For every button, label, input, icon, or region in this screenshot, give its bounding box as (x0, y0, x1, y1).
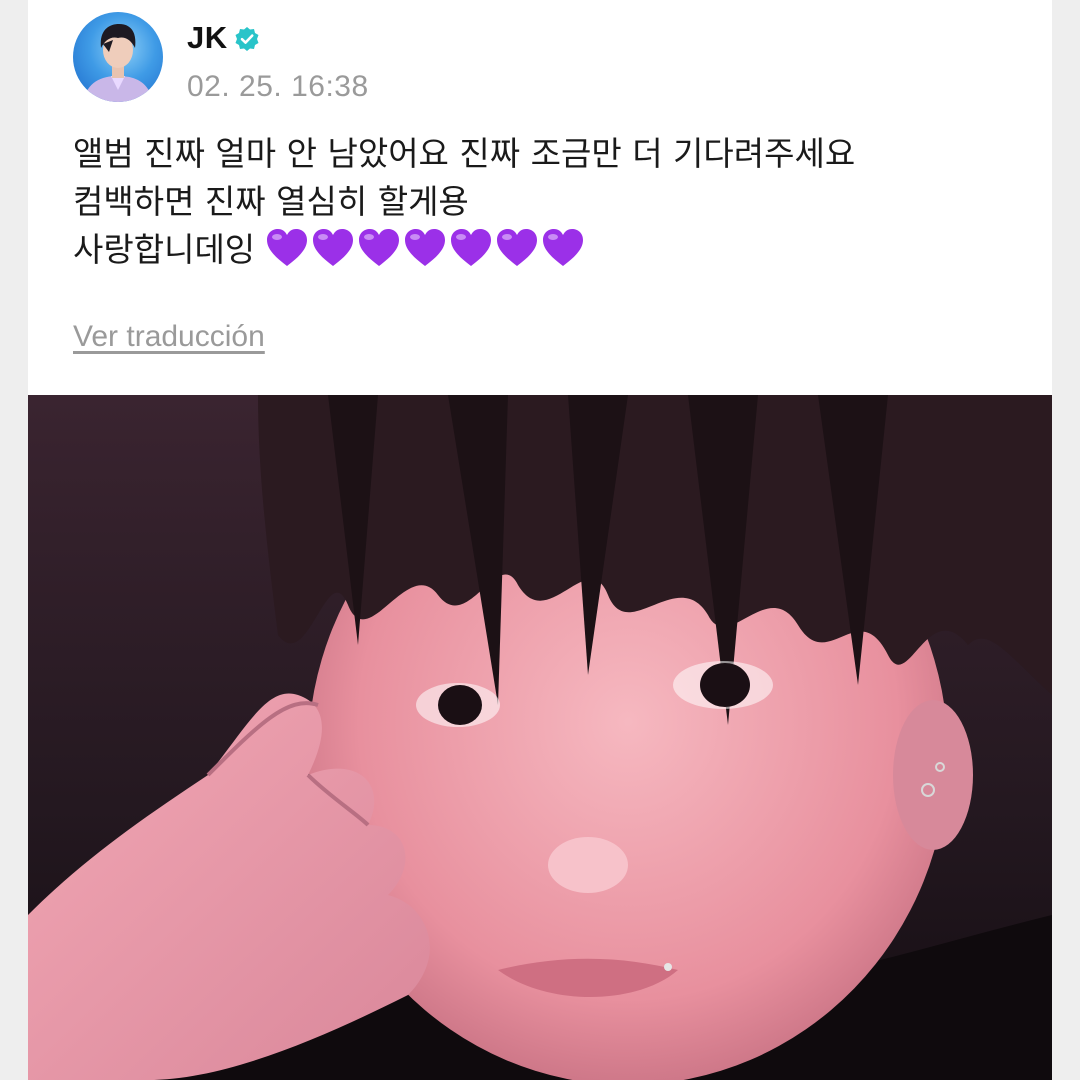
post-timestamp: 02. 25. 16:38 (187, 70, 369, 103)
post-text-line-last: 사랑합니데잉 (73, 226, 1033, 274)
avatar-portrait (83, 24, 153, 102)
post-photo[interactable] (28, 395, 1052, 1080)
post-meta: JK 02. 25. 16:38 (187, 18, 369, 104)
purple-heart-icon (267, 229, 308, 266)
post-header: JK 02. 25. 16:38 (73, 12, 369, 104)
post-photo-image (28, 395, 1052, 1080)
post-text-line: 앨범 진짜 얼마 안 남았어요 진짜 조금만 더 기다려주세요 (73, 134, 856, 173)
post-text-line: 사랑합니데잉 (73, 230, 256, 269)
post-text: 앨범 진짜 얼마 안 남았어요 진짜 조금만 더 기다려주세요 컴백하면 진짜 … (73, 130, 1033, 274)
avatar[interactable] (73, 12, 163, 102)
purple-heart-icon (405, 229, 446, 266)
hearts-emoji-row (265, 227, 587, 269)
purple-heart-icon (313, 229, 354, 266)
purple-heart-icon (359, 229, 400, 266)
author-name[interactable]: JK (187, 20, 228, 56)
translate-link[interactable]: Ver traducción (73, 320, 265, 354)
purple-heart-icon (543, 229, 584, 266)
purple-heart-icon (497, 229, 538, 266)
author-row: JK (187, 18, 369, 58)
verified-badge-icon (234, 26, 260, 52)
purple-heart-icon (451, 229, 492, 266)
post-card: JK 02. 25. 16:38 앨범 진짜 얼마 안 남았어요 진짜 조금만 … (28, 0, 1052, 1080)
post-text-line: 컴백하면 진짜 열심히 할게용 (73, 182, 469, 221)
